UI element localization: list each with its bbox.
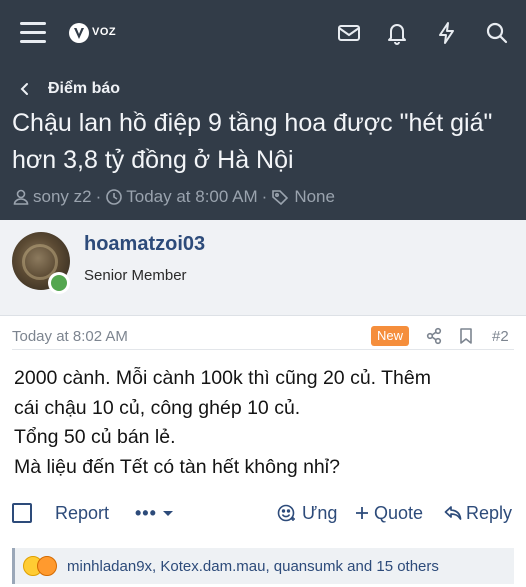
react-button[interactable]: Ưng [276,498,337,528]
caret-down-icon [162,511,173,516]
thread-author[interactable]: sony z2 [33,187,92,207]
post-body-line: Mà liệu đến Tết có tàn hết không nhỉ? [14,455,340,478]
post-user-info: hoamatzoi03 Senior Member [0,220,526,316]
chevron-left-icon [20,83,28,95]
reply-icon [444,506,462,520]
post-body-line: Tổng 50 củ bán lẻ. [14,426,176,448]
thread-meta: sony z2 · Today at 8:00 AM · None [12,185,335,209]
post-number[interactable]: #2 [492,328,509,345]
reply-label: Reply [466,502,513,523]
reaction-emojis [23,554,61,578]
react-label: Ưng [302,502,338,523]
quote-button[interactable]: Quote [354,498,423,528]
top-nav: VOZ [0,0,526,66]
post-body-line: cái chậu 10 củ, công ghép 10 củ. [14,396,301,419]
thread-tags: None [294,187,335,206]
search-icon[interactable] [484,20,510,46]
plus-icon [356,507,368,519]
quote-label: Quote [374,502,424,523]
breadcrumb-label[interactable]: Điểm báo [48,80,120,98]
more-menu-button[interactable]: ••• [135,498,178,528]
smiley-icon [277,504,295,522]
reactions-bar[interactable]: minhladan9x, Kotex.dam.mau, quansumk and… [12,548,514,584]
post-header: Today at 8:02 AM New #2 [12,326,514,350]
share-icon[interactable] [425,327,443,345]
love-emoji-icon [37,556,57,576]
menu-icon[interactable] [20,22,46,44]
site-logo[interactable]: VOZ [68,22,116,44]
thread-header: VOZ Điểm báo Chậu lan hồ điệp 9 tầng hoa… [0,0,526,220]
report-label: Report [55,502,110,523]
logo-icon [69,23,89,43]
bolt-icon[interactable] [434,20,460,46]
report-button[interactable]: Report [55,498,109,528]
online-status-icon [48,272,70,294]
select-checkbox[interactable] [12,503,32,523]
reaction-users[interactable]: minhladan9x, Kotex.dam.mau, quansumk and… [67,558,439,575]
tags-icon [272,190,289,206]
breadcrumb[interactable]: Điểm báo [16,78,120,100]
meta-separator: · [261,187,268,206]
user-icon [13,189,29,205]
new-badge: New [371,326,409,346]
clock-icon [106,189,123,205]
thread-title: Chậu lan hồ điệp 9 tầng hoa được "hét gi… [12,109,493,174]
more-label: ••• [135,502,157,523]
username[interactable]: hoamatzoi03 [84,233,205,256]
post-body: 2000 cành. Mỗi cành 100k thì cũng 20 củ.… [14,364,514,482]
user-title: Senior Member [84,267,187,284]
mail-icon[interactable] [336,20,362,46]
bookmark-icon[interactable] [457,327,475,345]
reply-button[interactable]: Reply [444,498,512,528]
logo-text: VOZ [92,26,117,38]
post-date[interactable]: Today at 8:02 AM [12,328,128,345]
bell-icon[interactable] [384,20,410,46]
thread-time: Today at 8:00 AM [126,187,258,206]
meta-separator: · [95,187,102,206]
post-body-line: 2000 cành. Mỗi cành 100k thì cũng 20 củ.… [14,367,431,389]
post-actions: Report ••• Ưng Quote Reply [12,498,514,528]
